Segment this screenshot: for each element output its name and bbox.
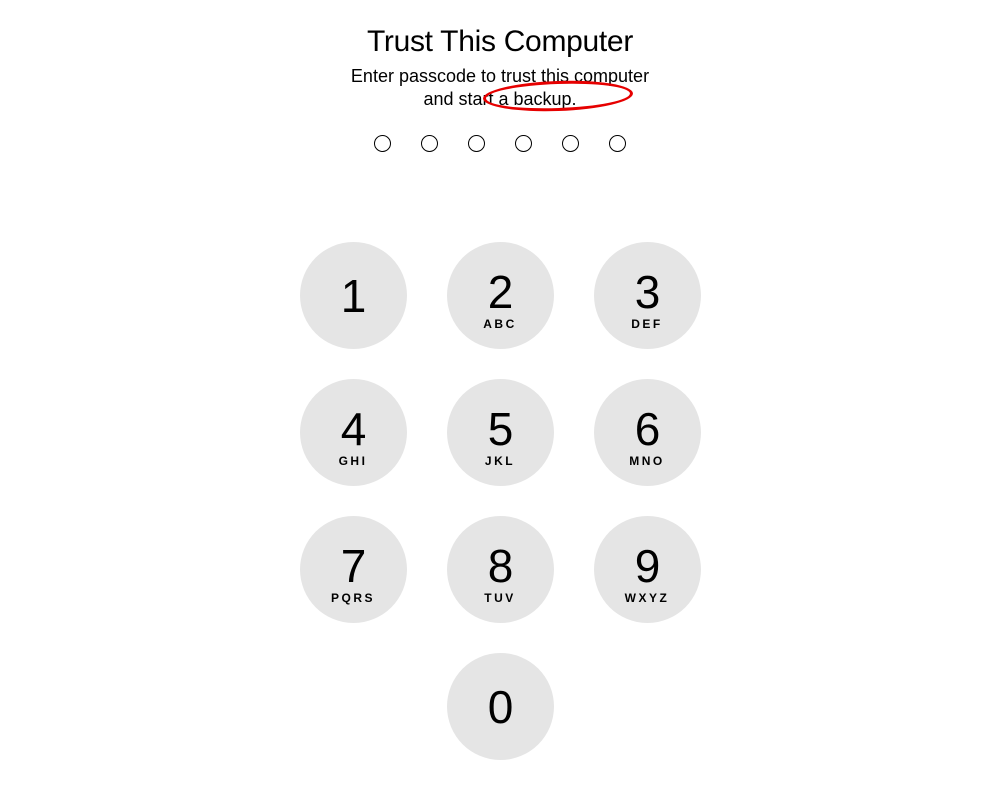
- key-number: 4: [341, 406, 366, 452]
- key-number: 5: [488, 406, 513, 452]
- key-number: 3: [635, 269, 660, 315]
- key-letters: PQRS: [331, 591, 375, 605]
- key-number: 0: [488, 684, 513, 730]
- passcode-dot: [515, 135, 532, 152]
- keypad-button-3[interactable]: 3 DEF: [594, 242, 701, 349]
- key-letters: WXYZ: [625, 591, 670, 605]
- key-number: 8: [488, 543, 513, 589]
- passcode-dot: [609, 135, 626, 152]
- passcode-dots: [374, 135, 626, 152]
- keypad-button-0[interactable]: 0: [447, 653, 554, 760]
- keypad-button-7[interactable]: 7 PQRS: [300, 516, 407, 623]
- numeric-keypad: 1 2 ABC 3 DEF 4 GHI 5 JKL 6 MNO 7 PQRS 8…: [300, 242, 701, 760]
- key-letters: MNO: [629, 454, 665, 468]
- key-number: 7: [341, 543, 366, 589]
- key-letters: GHI: [339, 454, 368, 468]
- subtitle-line-1: Enter passcode to trust this computer: [351, 66, 649, 86]
- passcode-dot: [562, 135, 579, 152]
- key-number: 1: [341, 273, 366, 319]
- key-number: 6: [635, 406, 660, 452]
- keypad-button-9[interactable]: 9 WXYZ: [594, 516, 701, 623]
- keypad-button-1[interactable]: 1: [300, 242, 407, 349]
- keypad-button-5[interactable]: 5 JKL: [447, 379, 554, 486]
- subtitle-line-2: and start a backup.: [423, 89, 576, 109]
- passcode-dot: [374, 135, 391, 152]
- key-letters: ABC: [483, 317, 517, 331]
- page-title: Trust This Computer: [367, 25, 633, 59]
- subtitle: Enter passcode to trust this computer an…: [351, 65, 649, 110]
- keypad-button-6[interactable]: 6 MNO: [594, 379, 701, 486]
- key-letters: JKL: [485, 454, 515, 468]
- key-number: 2: [488, 269, 513, 315]
- passcode-dot: [468, 135, 485, 152]
- key-letters: TUV: [484, 591, 516, 605]
- key-letters: DEF: [631, 317, 663, 331]
- keypad-button-4[interactable]: 4 GHI: [300, 379, 407, 486]
- subtitle-container: Enter passcode to trust this computer an…: [351, 65, 649, 110]
- keypad-button-8[interactable]: 8 TUV: [447, 516, 554, 623]
- keypad-button-2[interactable]: 2 ABC: [447, 242, 554, 349]
- key-number: 9: [635, 543, 660, 589]
- passcode-dot: [421, 135, 438, 152]
